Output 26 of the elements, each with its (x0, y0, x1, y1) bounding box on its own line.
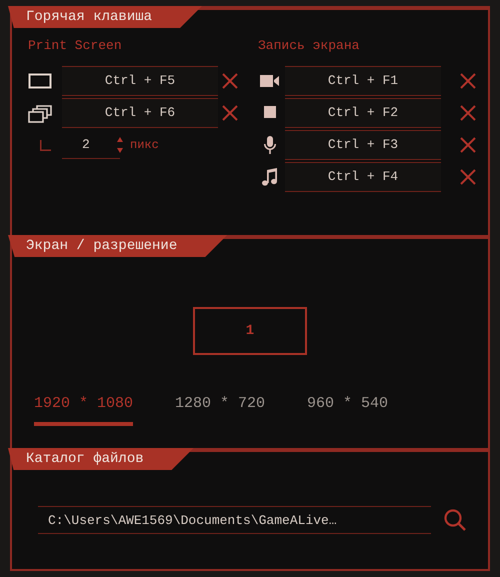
hotkey-field[interactable]: Ctrl + F6 (62, 98, 218, 128)
hotkey-field[interactable]: Ctrl + F3 (285, 130, 441, 160)
hotkey-field[interactable]: Ctrl + F1 (285, 66, 441, 96)
section-title: Экран / разрешение (8, 235, 228, 257)
close-icon[interactable] (460, 105, 476, 121)
path-field[interactable]: C:\Users\AWE1569\Documents\GameALive… (38, 506, 431, 534)
close-icon[interactable] (222, 73, 238, 89)
resolution-tab[interactable]: 1280 * 720 (175, 395, 266, 426)
close-icon[interactable] (460, 73, 476, 89)
section-title: Каталог файлов (8, 448, 194, 470)
close-icon[interactable] (222, 105, 238, 121)
close-icon[interactable] (460, 137, 476, 153)
spin-arrows-icon[interactable] (116, 135, 124, 155)
corner-icon (40, 140, 50, 150)
hotkey-field[interactable]: Ctrl + F2 (285, 98, 441, 128)
group-title: Print Screen (28, 38, 123, 53)
hotkey-field[interactable]: Ctrl + F5 (62, 66, 218, 96)
close-icon[interactable] (460, 169, 476, 185)
search-icon[interactable] (443, 508, 467, 532)
section-title: Горячая клавиша (8, 6, 202, 28)
screen-icon (28, 71, 52, 91)
unit-label: пикс (130, 138, 159, 152)
resolution-tab[interactable]: 960 * 540 (307, 395, 388, 426)
windows-icon (28, 103, 52, 123)
group-title: Запись экрана (258, 38, 360, 53)
hotkey-field[interactable]: Ctrl + F4 (285, 162, 441, 192)
